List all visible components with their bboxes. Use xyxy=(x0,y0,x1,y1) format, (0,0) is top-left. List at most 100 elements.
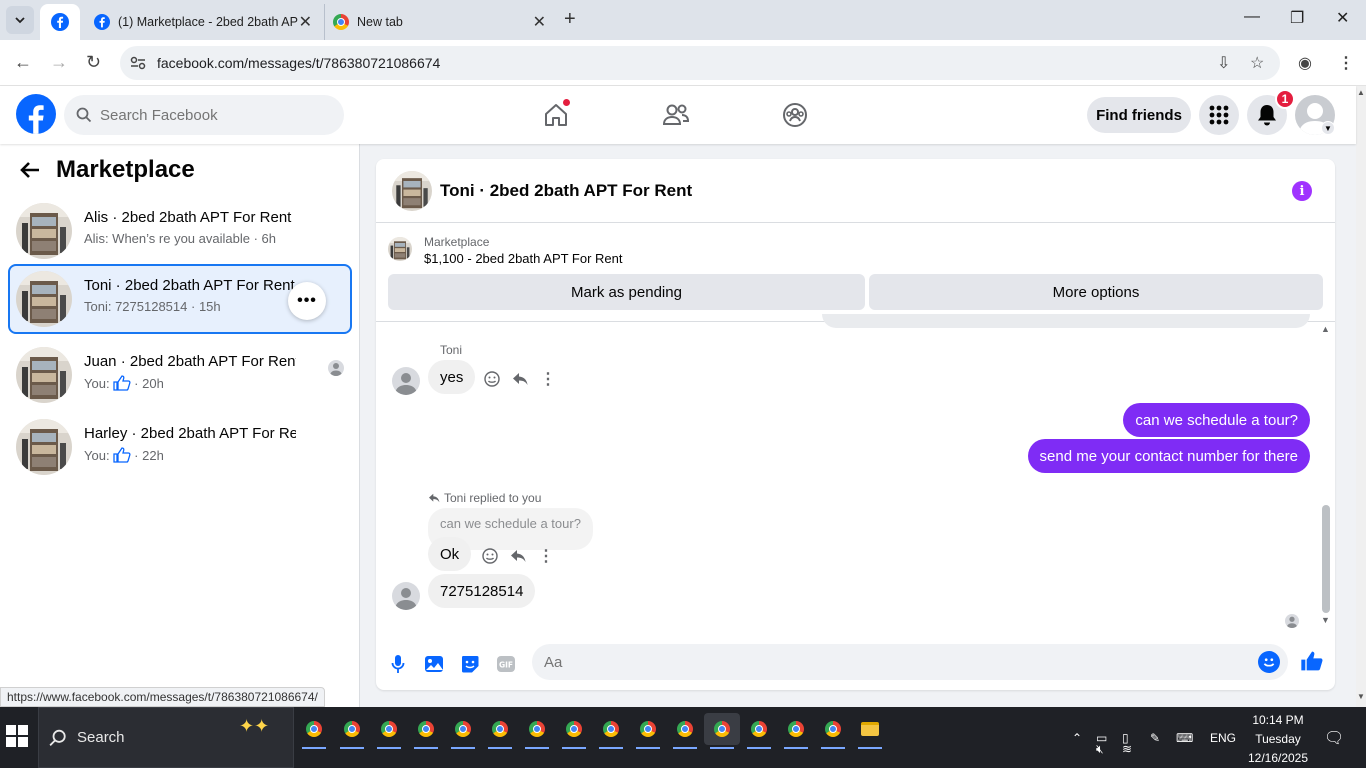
voice-clip-button[interactable] xyxy=(386,652,410,676)
reload-icon[interactable]: ↻ xyxy=(86,52,101,73)
conversation-preview: You: · 22h xyxy=(84,447,164,463)
more-options-button[interactable]: More options xyxy=(869,274,1323,310)
pen-icon[interactable]: ✎ xyxy=(1150,707,1160,768)
taskbar-app-chrome[interactable] xyxy=(815,713,851,749)
taskbar-app-chrome[interactable] xyxy=(556,713,592,749)
reply-icon[interactable] xyxy=(511,372,529,386)
gif-button[interactable]: GIF xyxy=(494,652,518,676)
notifications-button[interactable]: 1 xyxy=(1247,89,1295,135)
chat-panel: Toni · 2bed 2bath APT For Rent i Marketp… xyxy=(376,159,1335,690)
site-settings-icon[interactable] xyxy=(130,56,146,70)
bookmark-star-icon[interactable]: ☆ xyxy=(1250,53,1264,73)
taskbar-app-chrome[interactable] xyxy=(371,713,407,749)
speaker-muted-icon[interactable]: 🔇︎ xyxy=(1096,729,1104,768)
reply-icon[interactable] xyxy=(509,549,527,563)
taskbar-app-chrome[interactable] xyxy=(630,713,666,749)
nav-groups[interactable] xyxy=(780,100,810,130)
message-outgoing[interactable]: can we schedule a tour? xyxy=(1123,403,1310,437)
notification-center-icon[interactable]: 🗨︎ xyxy=(1324,707,1344,768)
taskbar-app-file-explorer[interactable] xyxy=(852,713,888,749)
send-like-button[interactable] xyxy=(1300,649,1324,673)
chat-scrollbar-thumb[interactable] xyxy=(1322,505,1330,613)
chrome-icon xyxy=(714,721,730,737)
facebook-search-box[interactable] xyxy=(64,95,344,135)
running-indicator xyxy=(858,747,882,749)
address-bar[interactable]: facebook.com/messages/t/786380721086674 xyxy=(120,46,1280,80)
message-input[interactable] xyxy=(544,653,1224,671)
react-emoji-icon[interactable] xyxy=(481,548,499,564)
menu-kebab-icon[interactable]: ⋮ xyxy=(1338,53,1354,73)
scroll-down-arrow-icon[interactable]: ▼ xyxy=(1321,615,1330,625)
taskbar-app-chrome[interactable] xyxy=(482,713,518,749)
conversation-item-alis[interactable]: Alis · 2bed 2bath APT For Rent Alis: Whe… xyxy=(8,196,352,266)
tab-close-icon[interactable]: ✕ xyxy=(533,12,546,32)
nav-friends[interactable] xyxy=(661,100,691,130)
scroll-down-arrow-icon[interactable]: ▼ xyxy=(1357,692,1365,701)
menu-grid-button[interactable] xyxy=(1199,95,1239,135)
install-app-icon[interactable]: ⇩ xyxy=(1217,53,1230,73)
mark-as-pending-button[interactable]: Mark as pending xyxy=(388,274,865,310)
chat-title[interactable]: Toni · 2bed 2bath APT For Rent xyxy=(440,181,692,201)
more-vertical-icon[interactable]: ⋮ xyxy=(537,546,555,566)
input-language[interactable]: ENG xyxy=(1210,707,1236,768)
find-friends-button[interactable]: Find friends xyxy=(1087,97,1191,133)
previous-message-bubble xyxy=(822,314,1310,328)
restore-icon[interactable]: ❐ xyxy=(1290,8,1304,28)
tab-search-dropdown[interactable] xyxy=(6,6,34,34)
more-vertical-icon[interactable]: ⋮ xyxy=(539,369,557,389)
conversation-item-harley[interactable]: Harley · 2bed 2bath APT For Rent You: · … xyxy=(8,412,352,482)
taskbar-app-chrome[interactable] xyxy=(296,713,332,749)
back-arrow-icon[interactable] xyxy=(20,161,40,179)
conversation-more-button[interactable]: ••• xyxy=(288,282,326,320)
profile-icon[interactable]: ◉ xyxy=(1298,53,1312,73)
facebook-f-icon xyxy=(28,105,44,134)
search-input[interactable] xyxy=(100,106,320,124)
facebook-logo-icon[interactable] xyxy=(16,94,56,134)
sticker-button[interactable] xyxy=(458,652,482,676)
window-close-icon[interactable]: ✕ xyxy=(1336,8,1349,28)
taskbar-app-chrome[interactable] xyxy=(778,713,814,749)
message-incoming[interactable]: yes xyxy=(428,360,476,394)
message-incoming[interactable]: 7275128514 xyxy=(428,574,536,608)
taskbar-app-chrome[interactable] xyxy=(519,713,555,749)
taskbar-app-chrome[interactable] xyxy=(334,713,370,749)
taskbar-app-chrome[interactable] xyxy=(741,713,777,749)
taskbar-clock[interactable]: 10:14 PM Tuesday 12/16/2025 xyxy=(1240,711,1316,768)
scroll-up-arrow-icon[interactable]: ▲ xyxy=(1321,324,1330,334)
sparkle-icon: ✦✦ xyxy=(239,716,270,736)
chrome-icon xyxy=(306,721,322,737)
tray-chevron-icon[interactable]: ⌃ xyxy=(1072,707,1082,768)
react-emoji-icon[interactable] xyxy=(483,371,501,387)
tab-marketplace[interactable]: (1) Marketplace - 2bed 2bath APT For Ren… xyxy=(86,4,322,40)
info-icon[interactable]: i xyxy=(1292,181,1312,201)
taskbar-app-chrome[interactable] xyxy=(704,713,740,749)
keyboard-icon[interactable]: ⌨ xyxy=(1176,707,1193,768)
taskbar-app-chrome[interactable] xyxy=(593,713,629,749)
taskbar-app-chrome[interactable] xyxy=(408,713,444,749)
account-chevron-icon[interactable]: ▼ xyxy=(1321,121,1335,135)
forward-arrow-icon[interactable]: → xyxy=(50,52,68,73)
message-input-box[interactable] xyxy=(532,644,1288,680)
listing-thumbnail xyxy=(16,419,72,475)
back-arrow-icon[interactable]: ← xyxy=(14,52,32,73)
tab-pinned-facebook[interactable] xyxy=(40,4,80,40)
taskbar-search[interactable]: Search ✦✦ xyxy=(38,707,294,768)
chat-listing-avatar[interactable] xyxy=(392,171,432,211)
conversation-item-juan[interactable]: Juan · 2bed 2bath APT For Rent You: · 20… xyxy=(8,340,352,410)
conversation-item-toni[interactable]: Toni · 2bed 2bath APT For Rent Toni: 727… xyxy=(8,264,352,334)
tab-new-tab[interactable]: New tab ✕ xyxy=(324,4,556,40)
windows-start-icon[interactable] xyxy=(6,725,28,747)
taskbar-app-chrome[interactable] xyxy=(667,713,703,749)
new-tab-plus-icon[interactable]: + xyxy=(564,8,576,31)
tab-close-icon[interactable]: ✕ xyxy=(299,12,312,32)
taskbar-app-chrome[interactable] xyxy=(445,713,481,749)
nav-home[interactable] xyxy=(541,98,571,130)
message-incoming[interactable]: Ok xyxy=(428,537,472,571)
minimize-icon[interactable]: — xyxy=(1244,8,1260,26)
message-outgoing[interactable]: send me your contact number for there xyxy=(1027,439,1310,473)
emoji-button[interactable] xyxy=(1258,651,1280,673)
scroll-up-arrow-icon[interactable]: ▲ xyxy=(1357,88,1365,97)
wifi-icon[interactable]: ≋ xyxy=(1122,729,1132,768)
attach-photo-button[interactable] xyxy=(422,652,446,676)
page-scrollbar[interactable]: ▲ ▼ xyxy=(1356,86,1366,707)
